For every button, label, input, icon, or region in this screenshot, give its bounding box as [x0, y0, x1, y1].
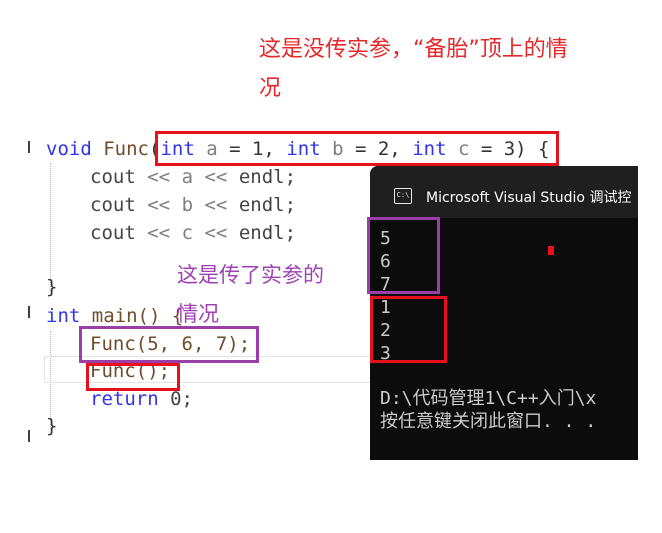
console-app-icon: C:\: [394, 188, 412, 204]
annotation-no-args-line2: 况: [259, 76, 282, 101]
highlight-default-params-box: [155, 131, 559, 166]
gutter-marker: [28, 141, 30, 153]
code-line-cout-c: cout << c << endl;: [90, 222, 297, 244]
annotation-no-args-line1: 这是没传实参，“备胎”顶上的情: [259, 37, 568, 62]
code-line-close-brace: }: [46, 276, 58, 298]
gutter-marker: [28, 430, 30, 442]
cursor-marker: [548, 246, 554, 255]
gutter-marker: [28, 306, 30, 318]
highlight-output-123-box: [370, 296, 447, 363]
code-line-cout-a: cout << a << endl;: [90, 166, 297, 188]
indent-guide: [50, 163, 51, 291]
highlight-call-no-args-box: [86, 363, 180, 391]
console-path-line: D:\代码管理1\C++入门\x: [380, 388, 597, 409]
highlight-call-with-args-box: [79, 326, 259, 363]
console-title: Microsoft Visual Studio 调试控: [426, 190, 632, 206]
console-exit-prompt: 按任意键关闭此窗口. . .: [380, 411, 597, 432]
console-titlebar[interactable]: C:\ Microsoft Visual Studio 调试控: [370, 166, 638, 218]
highlight-output-567-box: [367, 217, 440, 294]
code-line-close-brace-main: }: [46, 415, 58, 437]
annotation-with-args-line1: 这是传了实参的: [177, 263, 324, 287]
code-line-cout-b: cout << b << endl;: [90, 194, 297, 216]
